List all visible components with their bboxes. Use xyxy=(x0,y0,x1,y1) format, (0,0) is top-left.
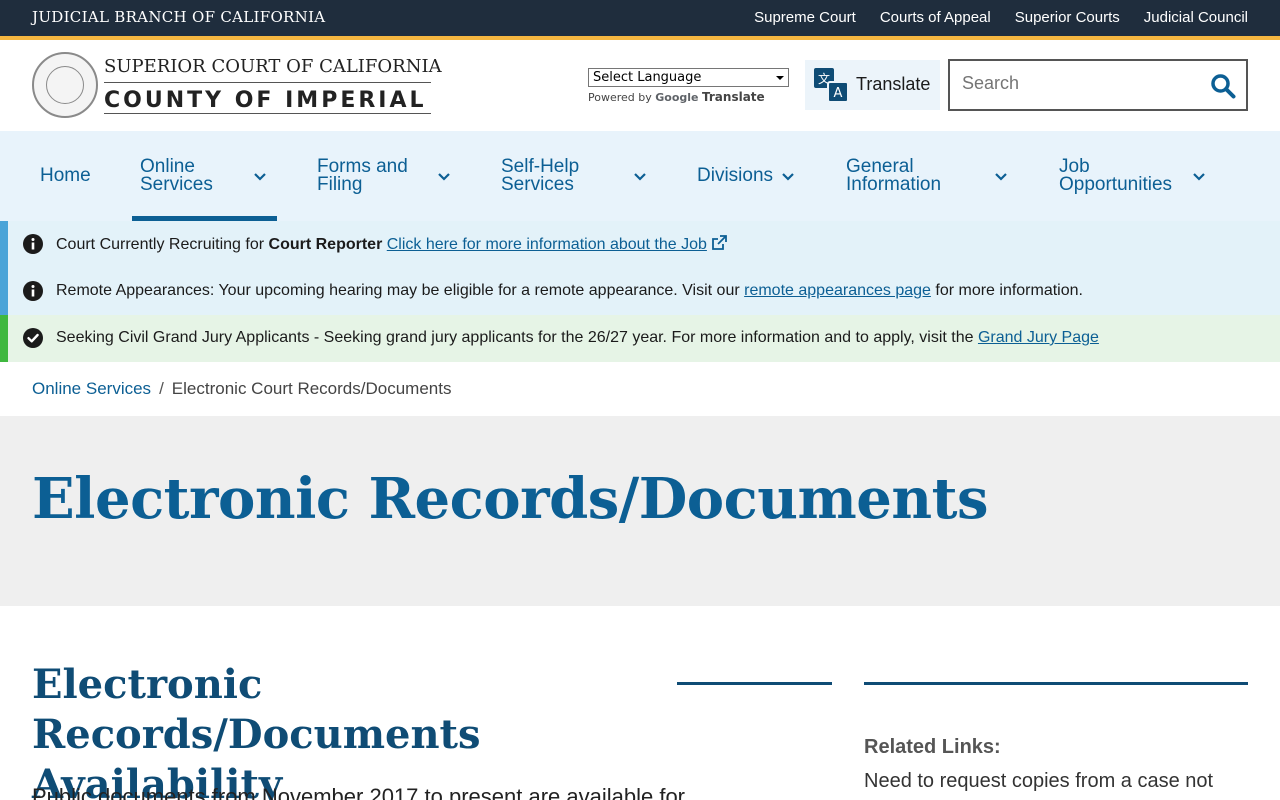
search-box xyxy=(948,59,1248,111)
section-title: Electronic Records/Documents Availabilit… xyxy=(32,661,481,800)
breadcrumb-separator: / xyxy=(159,379,164,398)
job-info-link[interactable]: Click here for more information about th… xyxy=(386,235,727,253)
svg-text:A: A xyxy=(834,86,843,101)
nav-home-label: Home xyxy=(40,165,91,186)
logo-rule xyxy=(104,82,431,83)
alert-text-span: Remote Appearances: Your upcoming hearin… xyxy=(56,282,745,299)
translate-label: Translate xyxy=(856,74,931,94)
nav-job-label: Job Opportunities xyxy=(1059,156,1173,195)
superior-courts-link[interactable]: Superior Courts xyxy=(1015,9,1120,26)
alert-text-span: Seeking Civil Grand Jury Applicants - Se… xyxy=(56,329,978,346)
courts-of-appeal-link[interactable]: Courts of Appeal xyxy=(880,9,991,26)
nav-general-info-label: General Information xyxy=(846,156,942,195)
nav-general-information[interactable]: General Information xyxy=(846,131,1016,221)
chevron-down-icon xyxy=(1193,173,1205,181)
google-logo: Google xyxy=(655,91,699,104)
remote-appearances-link[interactable]: remote appearances page xyxy=(744,282,931,299)
alert-grand-jury: Seeking Civil Grand Jury Applicants - Se… xyxy=(0,315,1280,362)
alert-text-after: for more information. xyxy=(930,282,1083,299)
nav-forms-and-filing[interactable]: Forms and Filing xyxy=(317,131,457,221)
nav-online-services[interactable]: Online Services xyxy=(140,131,270,221)
alert-text-span: Court Currently Recruiting for xyxy=(56,236,269,253)
chevron-down-icon xyxy=(438,173,450,181)
breadcrumb-online-services[interactable]: Online Services xyxy=(32,379,151,398)
powered-by-text: Powered by xyxy=(588,91,652,104)
nav-home[interactable]: Home xyxy=(40,131,91,221)
nav-divisions[interactable]: Divisions xyxy=(697,131,797,221)
logo-rule-bottom xyxy=(104,113,431,114)
nav-online-services-label: Online Services xyxy=(140,156,213,195)
page-title: Electronic Records/Documents xyxy=(32,466,988,532)
alert-remote-text: Remote Appearances: Your upcoming hearin… xyxy=(56,282,1083,300)
alert-grand-jury-text: Seeking Civil Grand Jury Applicants - Se… xyxy=(56,329,1099,347)
nav-self-help-label: Self-Help Services xyxy=(501,156,580,195)
check-circle-icon xyxy=(23,328,43,348)
external-link-icon xyxy=(712,235,727,250)
nav-self-help[interactable]: Self-Help Services xyxy=(501,131,651,221)
translate-icon: 文 A xyxy=(814,68,848,102)
language-select-value: Select Language xyxy=(593,70,702,85)
breadcrumb: Online Services / Electronic Court Records… xyxy=(32,379,451,399)
job-info-link-label: Click here for more information about th… xyxy=(386,236,707,253)
translate-button[interactable]: 文 A Translate xyxy=(805,60,940,110)
topbar-links: Supreme Court Courts of Appeal Superior … xyxy=(754,9,1248,26)
nav-divisions-label: Divisions xyxy=(697,165,774,186)
seal-inner-ring xyxy=(46,66,84,104)
related-links-heading: Related Links: xyxy=(864,736,1001,758)
search-input[interactable] xyxy=(962,73,1202,94)
info-icon xyxy=(23,234,43,254)
section-title-rule xyxy=(677,682,832,685)
alert-court-reporter: Court Currently Recruiting for Court Rep… xyxy=(0,221,1280,268)
main-nav: Home Online Services Forms and Filing Se… xyxy=(0,131,1280,221)
nav-job-opportunities[interactable]: Job Opportunities xyxy=(1059,131,1209,221)
supreme-court-link[interactable]: Supreme Court xyxy=(754,9,856,26)
page-hero: Electronic Records/Documents xyxy=(0,416,1280,606)
gold-divider xyxy=(0,36,1280,40)
chevron-down-icon xyxy=(782,173,794,181)
sidebar-rule xyxy=(864,682,1248,685)
related-links-text: Need to request copies from a case not xyxy=(864,770,1214,792)
logo-superior-court[interactable]: SUPERIOR COURT OF CALIFORNIA xyxy=(104,56,442,77)
judicial-council-link[interactable]: Judicial Council xyxy=(1144,9,1248,26)
court-seal-icon[interactable] xyxy=(32,52,98,118)
select-caret-icon xyxy=(776,76,784,80)
powered-by-google: Powered by Google Translate xyxy=(588,90,765,104)
info-icon xyxy=(23,281,43,301)
alert-bold-text: Court Reporter xyxy=(268,236,383,253)
nav-forms-label: Forms and Filing xyxy=(317,156,408,195)
language-select[interactable]: Select Language xyxy=(588,68,789,87)
chevron-down-icon xyxy=(254,173,266,181)
search-icon[interactable] xyxy=(1210,73,1236,99)
logo-county[interactable]: COUNTY OF IMPERIAL xyxy=(104,88,427,113)
body-paragraph: Public documents from November 2017 to p… xyxy=(32,784,686,800)
judicial-branch-link[interactable]: JUDICIAL BRANCH OF CALIFORNIA xyxy=(32,8,325,26)
grand-jury-link[interactable]: Grand Jury Page xyxy=(978,329,1099,346)
breadcrumb-current: Electronic Court Records/Documents xyxy=(171,379,452,398)
google-translate-link[interactable]: Translate xyxy=(702,90,765,104)
alert-court-reporter-text: Court Currently Recruiting for Court Rep… xyxy=(56,235,727,254)
top-utility-bar: JUDICIAL BRANCH OF CALIFORNIA Supreme Co… xyxy=(0,0,1280,36)
chevron-down-icon xyxy=(995,173,1007,181)
alert-remote-appearances: Remote Appearances: Your upcoming hearin… xyxy=(0,268,1280,315)
chevron-down-icon xyxy=(634,173,646,181)
